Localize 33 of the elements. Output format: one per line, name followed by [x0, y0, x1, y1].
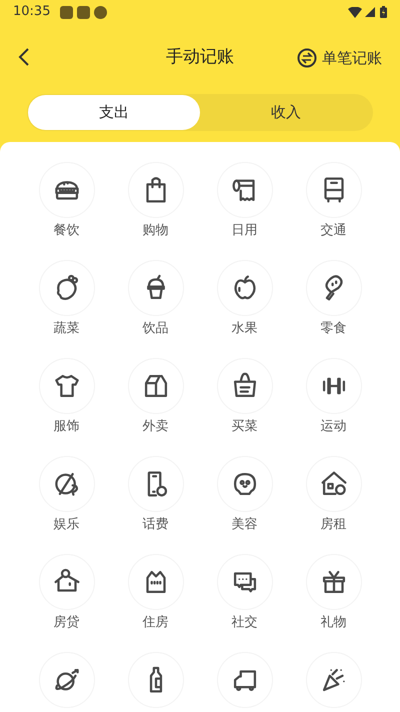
wifi-icon	[348, 6, 362, 18]
notification-icon	[94, 6, 108, 18]
battery-icon	[380, 6, 387, 18]
category-label[interactable]: 餐饮	[54, 224, 80, 237]
category-label[interactable]: 外卖	[142, 420, 168, 433]
category-label[interactable]: 娱乐	[54, 518, 80, 531]
exchange-icon[interactable]	[297, 48, 317, 68]
category-label[interactable]: 礼物	[320, 616, 346, 629]
category-label[interactable]: 服饰	[54, 420, 80, 433]
category-label[interactable]: 运动	[320, 420, 346, 433]
single-entry-link[interactable]: 单笔记账	[322, 47, 382, 70]
page-title: 手动记账	[166, 46, 234, 69]
back-icon[interactable]	[18, 48, 30, 66]
status-time: 10:35	[13, 3, 50, 22]
category-label[interactable]: 饮品	[142, 322, 168, 335]
category-label[interactable]: 购物	[142, 224, 168, 237]
category-label[interactable]: 零食	[320, 322, 346, 335]
category-label[interactable]: 社交	[232, 616, 258, 629]
notification-icon	[60, 6, 74, 18]
category-label[interactable]: 日用	[232, 224, 258, 237]
category-label[interactable]: 话费	[142, 518, 168, 531]
category-label[interactable]: 蔬菜	[54, 322, 80, 335]
category-label[interactable]: 交通	[320, 224, 346, 237]
signal-icon	[365, 7, 375, 17]
category-label[interactable]: 房租	[320, 518, 346, 531]
category-label[interactable]: 住房	[142, 616, 168, 629]
type-tab[interactable]: 收入	[200, 95, 372, 130]
category-label[interactable]: 水果	[232, 322, 258, 335]
category-label[interactable]: 买菜	[232, 420, 258, 433]
type-tab[interactable]: 支出	[28, 95, 200, 130]
notification-icon	[77, 6, 90, 18]
category-label[interactable]: 美容	[232, 518, 258, 531]
category-label[interactable]: 房贷	[54, 616, 80, 629]
